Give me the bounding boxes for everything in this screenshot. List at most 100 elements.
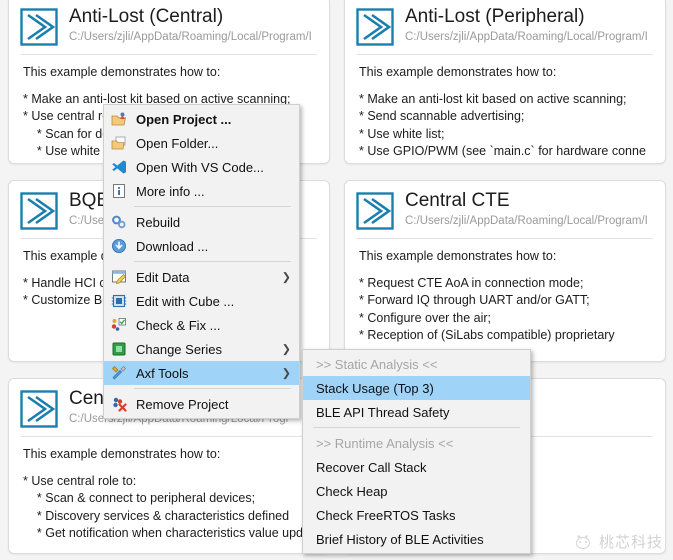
card-intro: This example demonstrates how to: [23,447,221,461]
menu-item-label: Open With VS Code... [136,159,264,175]
menu-separator [134,388,291,389]
menu-item-change-series[interactable]: Change Series ❯ [104,337,299,361]
submenu-item-label: Recover Call Stack [316,459,427,475]
card-bullet: * Reception of (SiLabs compatible) propr… [359,328,615,342]
app-root: Anti-Lost (Central) C:/Users/zjli/AppData… [0,0,673,560]
card-bullet: * Scan & connect to peripheral devices; [23,491,256,505]
double-chevron-icon [20,192,58,230]
double-chevron-icon [20,8,58,46]
submenu-separator [313,427,520,428]
vs-code-icon [112,160,126,174]
menu-item-open-folder[interactable]: Open Folder... [104,131,299,155]
menu-separator [134,206,291,207]
menu-item-label: Download ... [136,238,209,254]
card-header: Anti-Lost (Central) C:/Users/zjli/AppData… [9,0,329,51]
submenu-item-label: >> Static Analysis << [316,356,438,372]
card-bullet: * Request CTE AoA in connection mode; [359,275,584,290]
menu-item-axf-tools[interactable]: Axf Tools ❯ [104,361,299,385]
card-path: C:/Users/zjli/AppData/Roaming/Local/Prog… [405,31,648,43]
double-chevron-icon [356,192,394,230]
cube-chip-icon [111,294,127,308]
submenu-item-recover-call-stack[interactable]: Recover Call Stack [303,455,530,479]
card-titles: Anti-Lost (Peripheral) C:/Users/zjli/AppD… [405,5,655,45]
submenu-header-static-analysis: >> Static Analysis << [303,352,530,376]
chevron-right-icon: ❯ [281,271,291,284]
card-titles: Anti-Lost (Central) C:/Users/zjli/AppData… [69,5,319,45]
submenu-header-runtime-analysis: >> Runtime Analysis << [303,431,530,455]
project-context-menu[interactable]: Open Project ... Open Folder... Open With … [103,104,300,419]
submenu-item-label: Stack Usage (Top 3) [316,380,434,396]
menu-item-label: Rebuild [136,214,181,230]
project-card-anti-lost-peripheral[interactable]: Anti-Lost (Peripheral) C:/Users/zjli/AppD… [344,0,666,164]
card-bullet: * Make an anti-lost kit based on active … [359,91,627,106]
menu-item-open-with-vs-code[interactable]: Open With VS Code... [104,155,299,179]
watermark-text: 桃芯科技 [598,533,663,551]
axf-tools-submenu[interactable]: >> Static Analysis << Stack Usage (Top 3)… [302,349,531,554]
menu-item-label: Edit Data [136,269,190,285]
menu-item-edit-data[interactable]: Edit Data ❯ [104,265,299,289]
remove-project-icon [113,397,127,412]
card-intro: This example demonstrates how to: [359,249,557,263]
menu-item-label: More info ... [136,183,205,199]
menu-item-edit-with-cube[interactable]: Edit with Cube ... [104,289,299,313]
double-chevron-icon [356,8,394,46]
menu-item-label: Change Series [136,341,222,357]
card-bullet: * Get notification when characteristics … [23,526,304,540]
card-bullet: * Discovery services & characteristics d… [23,508,290,523]
submenu-item-brief-history-of-ble-activities[interactable]: Brief History of BLE Activities [303,527,530,551]
menu-item-more-info[interactable]: More info ... [104,179,299,203]
card-intro: This example demonstrates how to: [359,65,557,79]
menu-separator [134,261,291,262]
chip-icon [112,342,126,356]
card-body: This example demonstrates how to: * Requ… [345,239,665,351]
card-title: Central CTE [405,190,510,211]
submenu-item-label: Check Heap [316,483,388,499]
submenu-item-ble-api-thread-safety[interactable]: BLE API Thread Safety [303,400,530,424]
card-header: Central CTE C:/Users/zjli/AppData/Roaming… [345,181,665,235]
card-bullet: * Use white list; [359,126,445,141]
submenu-item-check-freertos-tasks[interactable]: Check FreeRTOS Tasks [303,503,530,527]
submenu-item-label: Brief History of BLE Activities [316,531,484,547]
card-bullet: * Use GPIO/PWM (see `main.c` for hardwar… [359,144,646,158]
card-body: This example demonstrates how to: * Make… [345,55,665,163]
chevron-right-icon: ❯ [281,367,291,380]
card-path: C:/Users/zjli/AppData/Roaming/Local/Prog… [405,215,648,227]
card-intro: This example d [23,249,108,263]
check-fix-icon [111,318,126,331]
menu-item-label: Axf Tools [136,365,189,381]
card-path: C:/Users/zjli/AppData/Roaming/Local/Prog… [69,31,312,43]
card-bullet: * Handle HCI c [23,275,106,290]
open-folder-icon [111,136,126,150]
submenu-item-stack-usage-top-3[interactable]: Stack Usage (Top 3) [303,376,530,400]
menu-item-label: Open Project ... [136,111,232,127]
double-chevron-icon [20,390,58,428]
menu-item-rebuild[interactable]: Rebuild [104,210,299,234]
card-bullet: * Use central role to: [23,473,137,488]
submenu-item-check-heap[interactable]: Check Heap [303,479,530,503]
menu-item-label: Open Folder... [136,135,219,151]
open-project-icon [111,112,126,126]
submenu-item-label: BLE API Thread Safety [316,404,450,420]
card-bullet: * Send scannable advertising; [359,109,525,123]
watermark: 桃芯科技 [573,531,663,552]
submenu-item-label: >> Runtime Analysis << [316,435,454,451]
submenu-item-label: Check FreeRTOS Tasks [316,507,456,523]
menu-item-label: Check & Fix ... [136,317,221,333]
card-body: This example demonstrates how to: * Use … [9,437,329,549]
card-titles: Central CTE C:/Users/zjli/AppData/Roaming… [405,189,655,229]
card-bullet: * Forward IQ through UART and/or GATT; [359,293,590,307]
menu-item-check-fix[interactable]: Check & Fix ... [104,313,299,337]
menu-item-remove-project[interactable]: Remove Project [104,392,299,416]
menu-item-label: Remove Project [136,396,229,412]
menu-item-download[interactable]: Download ... [104,234,299,258]
card-title: Anti-Lost (Peripheral) [405,6,585,27]
project-card-central-cte[interactable]: Central CTE C:/Users/zjli/AppData/Roaming… [344,180,666,362]
tools-icon [112,366,126,380]
card-header: Anti-Lost (Peripheral) C:/Users/zjli/AppD… [345,0,665,51]
info-icon [113,184,125,198]
card-bullet: * Customize BQ [23,293,112,307]
card-intro: This example demonstrates how to: [23,65,221,79]
edit-data-icon [112,270,126,284]
peach-logo-icon [575,534,591,549]
menu-item-open-project[interactable]: Open Project ... [104,107,299,131]
